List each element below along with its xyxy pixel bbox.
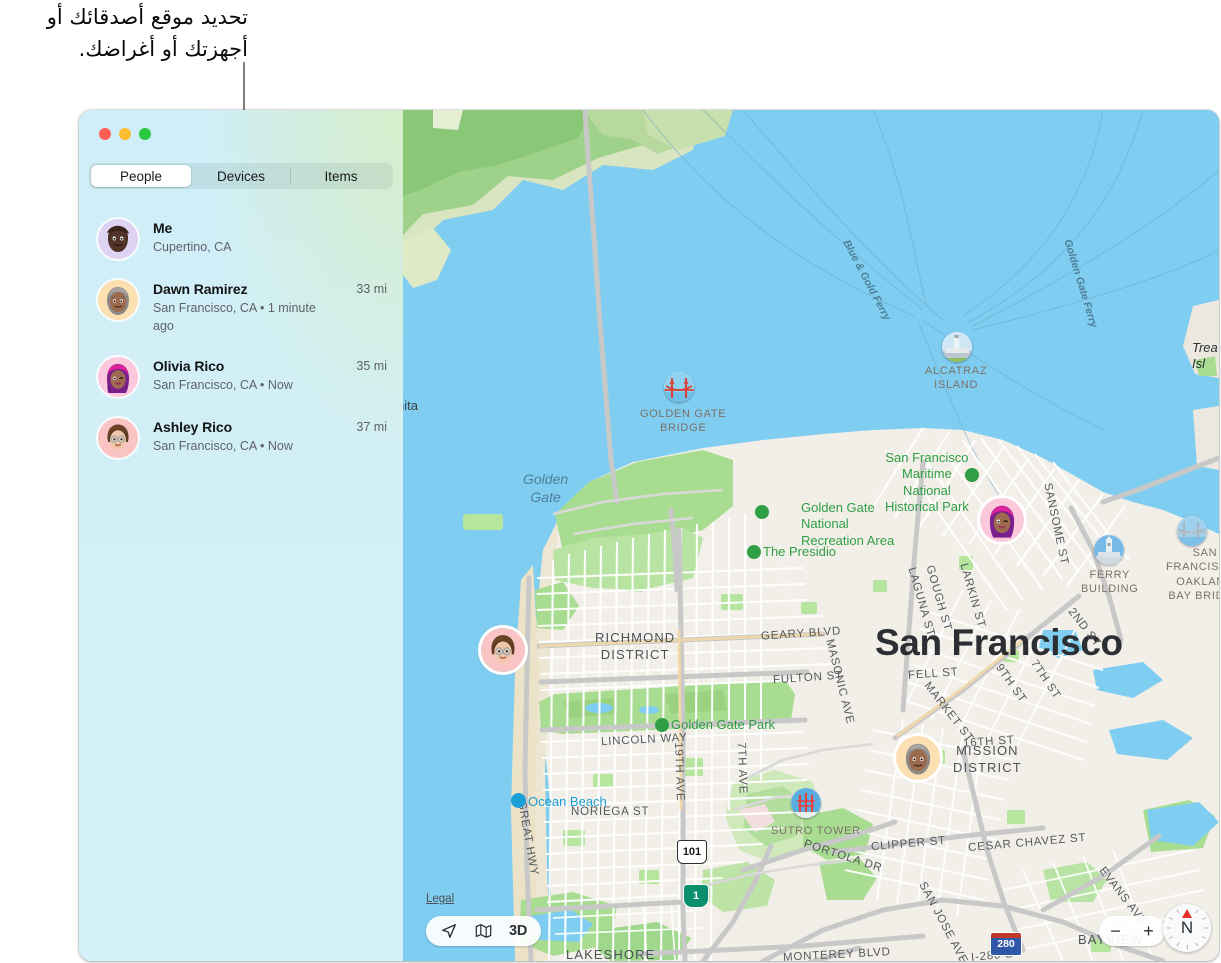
compass-tick (1201, 936, 1206, 939)
compass-tick (1169, 917, 1174, 920)
person-name: Ashley Rico (153, 418, 233, 435)
person-distance: 35 mi (356, 358, 387, 373)
zoom-controls: − + (1099, 916, 1165, 946)
avatar (98, 417, 138, 458)
map-layers-icon[interactable] (474, 922, 493, 940)
tab-people[interactable]: People (91, 165, 191, 187)
map-avatar-dawn-ramirez[interactable] (896, 736, 940, 780)
compass-tick (1195, 942, 1199, 947)
list-item-text: Olivia Rico San Francisco, CA • Now (138, 356, 350, 395)
avatar (98, 219, 138, 259)
route-shield-280: 280 (990, 932, 1022, 956)
people-list: Me Cupertino, CA Dawn Ramirez San Franci… (79, 208, 403, 468)
list-item-text: Dawn Ramirez San Francisco, CA • 1 minut… (138, 279, 350, 336)
route-shield-1: 1 (683, 884, 709, 908)
park-pin-icon (755, 505, 769, 519)
zoom-in-button[interactable]: + (1143, 922, 1154, 940)
person-distance: 37 mi (356, 419, 387, 434)
list-item[interactable]: Olivia Rico San Francisco, CA • Now 35 m… (79, 346, 403, 407)
compass-tick (1169, 936, 1174, 939)
minimize-button[interactable] (119, 128, 131, 140)
map-avatar-ashley-rico[interactable] (481, 628, 525, 672)
locate-me-icon[interactable] (440, 922, 458, 940)
map-graphics (403, 110, 1219, 961)
legal-link[interactable]: Legal (426, 893, 454, 905)
compass-tick (1187, 945, 1188, 949)
avatar (98, 280, 138, 320)
list-item[interactable]: Ashley Rico San Francisco, CA • Now 37 m… (79, 407, 403, 468)
compass-tick (1195, 909, 1199, 914)
tab-people-label: People (119, 168, 163, 184)
zoom-out-button[interactable]: − (1110, 922, 1121, 940)
compass-tick (1176, 942, 1180, 947)
tab-devices-label: Devices (216, 168, 265, 184)
list-item-text: Me Cupertino, CA (138, 218, 381, 257)
list-item[interactable]: Me Cupertino, CA (79, 208, 403, 269)
compass-tick (1204, 927, 1209, 929)
toggle-3d-button[interactable]: 3D (509, 923, 527, 939)
window-controls (99, 128, 151, 140)
tab-bar: People Devices Items (89, 163, 393, 189)
park-pin-icon (655, 718, 669, 732)
list-item[interactable]: Dawn Ramirez San Francisco, CA • 1 minut… (79, 269, 403, 346)
sutro-tower-pin-icon[interactable] (791, 788, 821, 818)
compass-control[interactable]: N (1163, 904, 1211, 952)
close-button[interactable] (99, 128, 111, 140)
person-subtitle: San Francisco, CA • Now (153, 378, 293, 393)
bay-bridge-pin-icon[interactable] (1177, 516, 1207, 546)
map-avatar-olivia-rico[interactable] (980, 498, 1024, 542)
tab-items[interactable]: Items (291, 165, 391, 187)
avatar (98, 356, 138, 397)
person-subtitle: Cupertino, CA (153, 240, 232, 255)
person-name: Olivia Rico (153, 357, 225, 374)
person-name: Me (153, 220, 173, 236)
list-item-text: Ashley Rico San Francisco, CA • Now (138, 417, 350, 456)
sidebar: People Devices Items Me Cupertino, CA Da… (79, 110, 403, 961)
callout-text: تحديد موقع أصدقائك أو أجهزتك أو أغراضك. (46, 5, 248, 61)
person-distance (381, 218, 387, 221)
tab-devices[interactable]: Devices (191, 165, 291, 187)
map-canvas[interactable]: San Francisco RICHMOND DISTRICT MISSION … (403, 110, 1219, 961)
compass-north-label: N (1180, 918, 1194, 937)
beach-pin-icon (511, 793, 526, 808)
route-shield-101: 101 (677, 840, 707, 864)
alcatraz-island-pin-icon[interactable] (942, 332, 972, 362)
person-subtitle: San Francisco, CA • Now (153, 439, 293, 454)
maximize-button[interactable] (139, 128, 151, 140)
person-name: Dawn Ramirez (153, 281, 248, 297)
person-subtitle: San Francisco, CA • 1 minute ago (153, 301, 316, 334)
compass-tick (1201, 917, 1206, 920)
ferry-building-pin-icon[interactable] (1094, 535, 1124, 565)
compass-tick (1176, 909, 1180, 914)
find-my-window: People Devices Items Me Cupertino, CA Da… (79, 110, 1219, 961)
compass-tick (1166, 927, 1171, 929)
park-pin-icon (747, 545, 761, 559)
map-controls-bar: 3D (426, 916, 542, 946)
park-pin-icon (965, 468, 979, 482)
compass-needle-icon (1182, 909, 1192, 918)
tab-items-label: Items (324, 168, 358, 184)
person-distance: 33 mi (356, 282, 387, 296)
golden-gate-bridge-pin-icon[interactable] (664, 372, 694, 402)
